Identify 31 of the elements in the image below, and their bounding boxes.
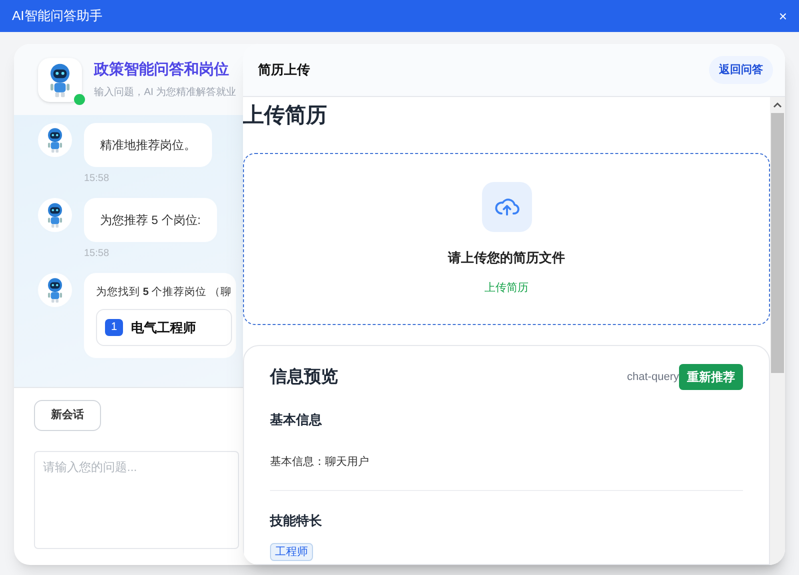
message-time: 15:58 [84,247,110,261]
job-title: 电气工程师 [131,318,196,337]
rank-badge: 1 [105,319,124,336]
scroll-thumb[interactable] [771,113,784,373]
field-text: 基本信息：聊天用户 [270,454,370,470]
upload-cloud-icon [482,182,532,232]
section-title: 基本信息 [270,411,323,429]
message-time: 15:58 [84,172,110,186]
upload-link[interactable]: 上传简历 [484,280,528,296]
chat-title: 政策智能问答和岗位 [94,60,230,80]
section-title: 技能特长 [270,512,323,530]
new-chat-button[interactable]: 新会话 [34,400,101,430]
message-text: 精准地推荐岗位。 [100,138,196,152]
upload-dropzone[interactable]: 请上传您的简历文件 上传简历 [243,153,770,325]
close-button[interactable]: × [778,9,787,23]
job-card[interactable]: 1 电气工程师 [96,308,232,346]
refresh-button[interactable]: 重新推荐 [679,364,743,390]
panel-title: 简历上传 [258,61,310,80]
message-text: 为您推荐 5 个岗位: [100,213,201,227]
message-text: 为您找到 5 个推荐岗位 （聊 [96,285,232,300]
back-button[interactable]: 返回问答 [709,56,773,84]
question-input[interactable]: 请输入您的问题... [34,450,239,549]
source-label: chat-query [627,370,679,385]
skill-tag: 工程师 [270,542,313,561]
upload-heading: 上传简历 [243,103,328,129]
chat-subtitle: 输入问题，AI 为您精准解答就业 [94,86,236,100]
scroll-up-icon [773,102,782,108]
upload-prompt: 请上传您的简历文件 [448,249,565,267]
scrollbar[interactable] [770,97,785,565]
preview-title: 信息预览 [270,366,338,388]
window-title: AI智能问答助手 [12,7,102,26]
